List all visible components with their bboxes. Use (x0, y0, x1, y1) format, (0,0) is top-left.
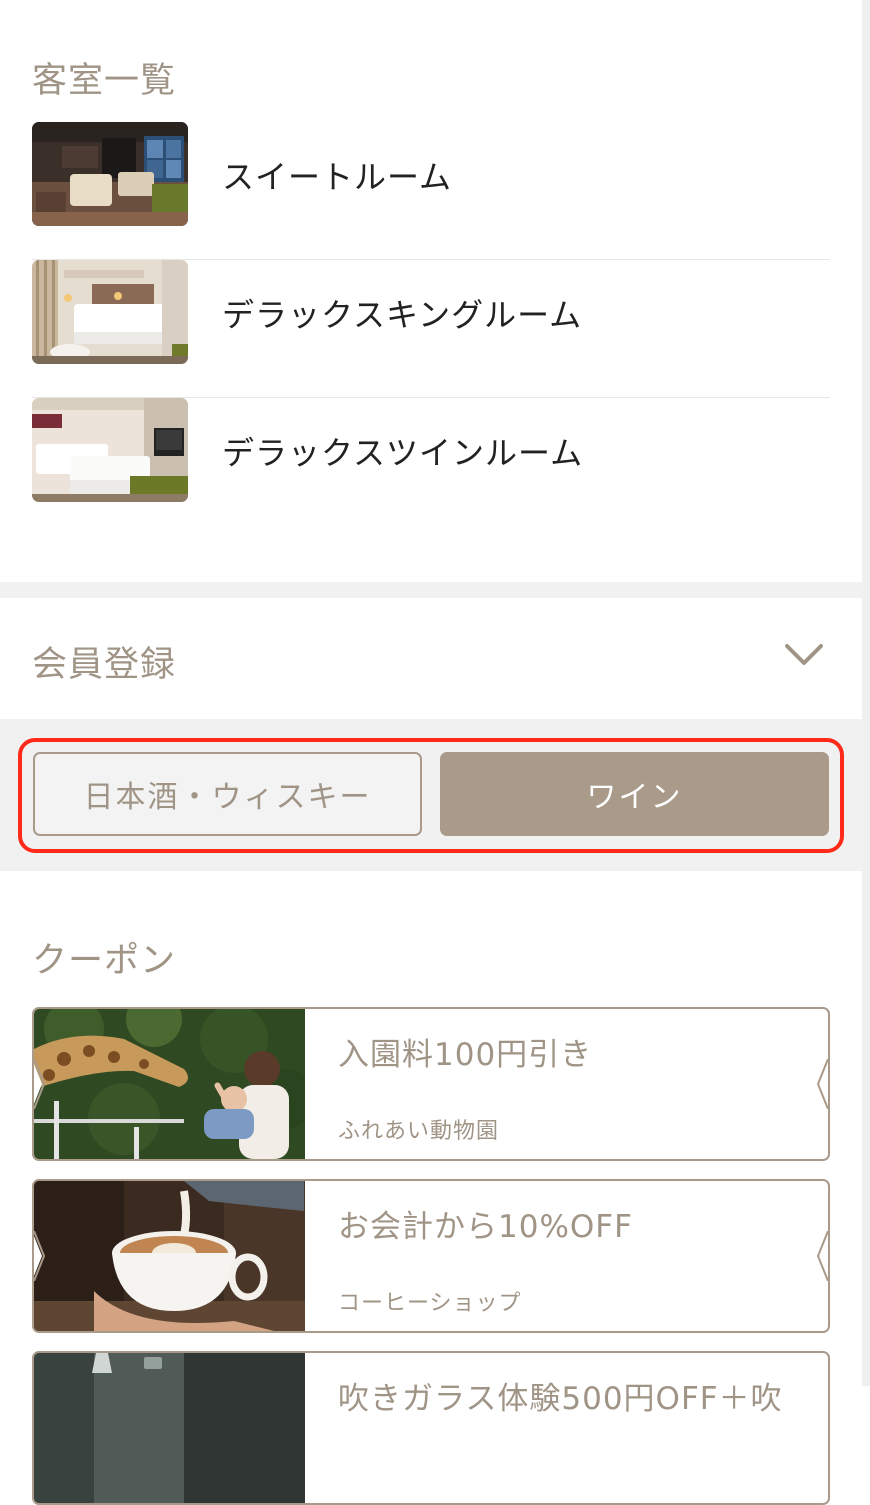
room-name: デラックスキングルーム (222, 296, 583, 334)
ticket-notch-left (34, 1059, 46, 1109)
coupon-card[interactable]: 吹きガラス体験500円OFF＋吹 (32, 1351, 830, 1505)
room-list-item[interactable]: デラックスキングルーム (32, 260, 830, 398)
latte-photo (34, 1181, 305, 1331)
membership-title: 会員登録 (32, 645, 177, 685)
membership-accordion[interactable]: 会員登録 (0, 598, 862, 719)
scrollbar-gutter (862, 0, 870, 1386)
category-tab-bar: 日本酒・ウィスキー ワイン (0, 719, 862, 871)
glass-blowing-photo (34, 1353, 305, 1503)
coupon-subtitle: ふれあい動物園 (338, 1119, 500, 1144)
room-list-item[interactable]: スイートルーム (32, 122, 830, 260)
section-divider (0, 582, 862, 598)
room-name: スイートルーム (222, 158, 453, 196)
coupon-title: お会計から10%OFF (338, 1209, 633, 1245)
giraffe-photo (34, 1009, 314, 1159)
tab-wine[interactable]: ワイン (440, 752, 829, 836)
deluxe-twin-room-photo (32, 398, 188, 502)
coupon-section-title: クーポン (32, 941, 177, 981)
room-list-item[interactable]: デラックスツインルーム (32, 398, 830, 536)
coupon-card[interactable]: 入園料100円引き ふれあい動物園 (32, 1007, 830, 1161)
ticket-notch-left (34, 1231, 46, 1281)
page: 客室一覧 スイートルーム デラックスキングルーム デラックスツインルーム 会員登… (0, 0, 862, 1505)
suite-room-photo (32, 122, 188, 226)
chevron-down-icon[interactable] (784, 640, 824, 670)
coupon-card[interactable]: お会計から10%OFF コーヒーショップ (32, 1179, 830, 1333)
coupon-subtitle: コーヒーショップ (338, 1291, 522, 1316)
ticket-notch-right (816, 1231, 828, 1281)
room-name: デラックスツインルーム (222, 434, 584, 472)
coupon-title: 吹きガラス体験500円OFF＋吹 (338, 1381, 783, 1417)
deluxe-king-room-photo (32, 260, 188, 364)
tab-sake-whisky[interactable]: 日本酒・ウィスキー (33, 752, 422, 836)
rooms-section-title: 客室一覧 (32, 61, 177, 101)
ticket-notch-right (816, 1059, 828, 1109)
coupon-title: 入園料100円引き (338, 1037, 593, 1073)
